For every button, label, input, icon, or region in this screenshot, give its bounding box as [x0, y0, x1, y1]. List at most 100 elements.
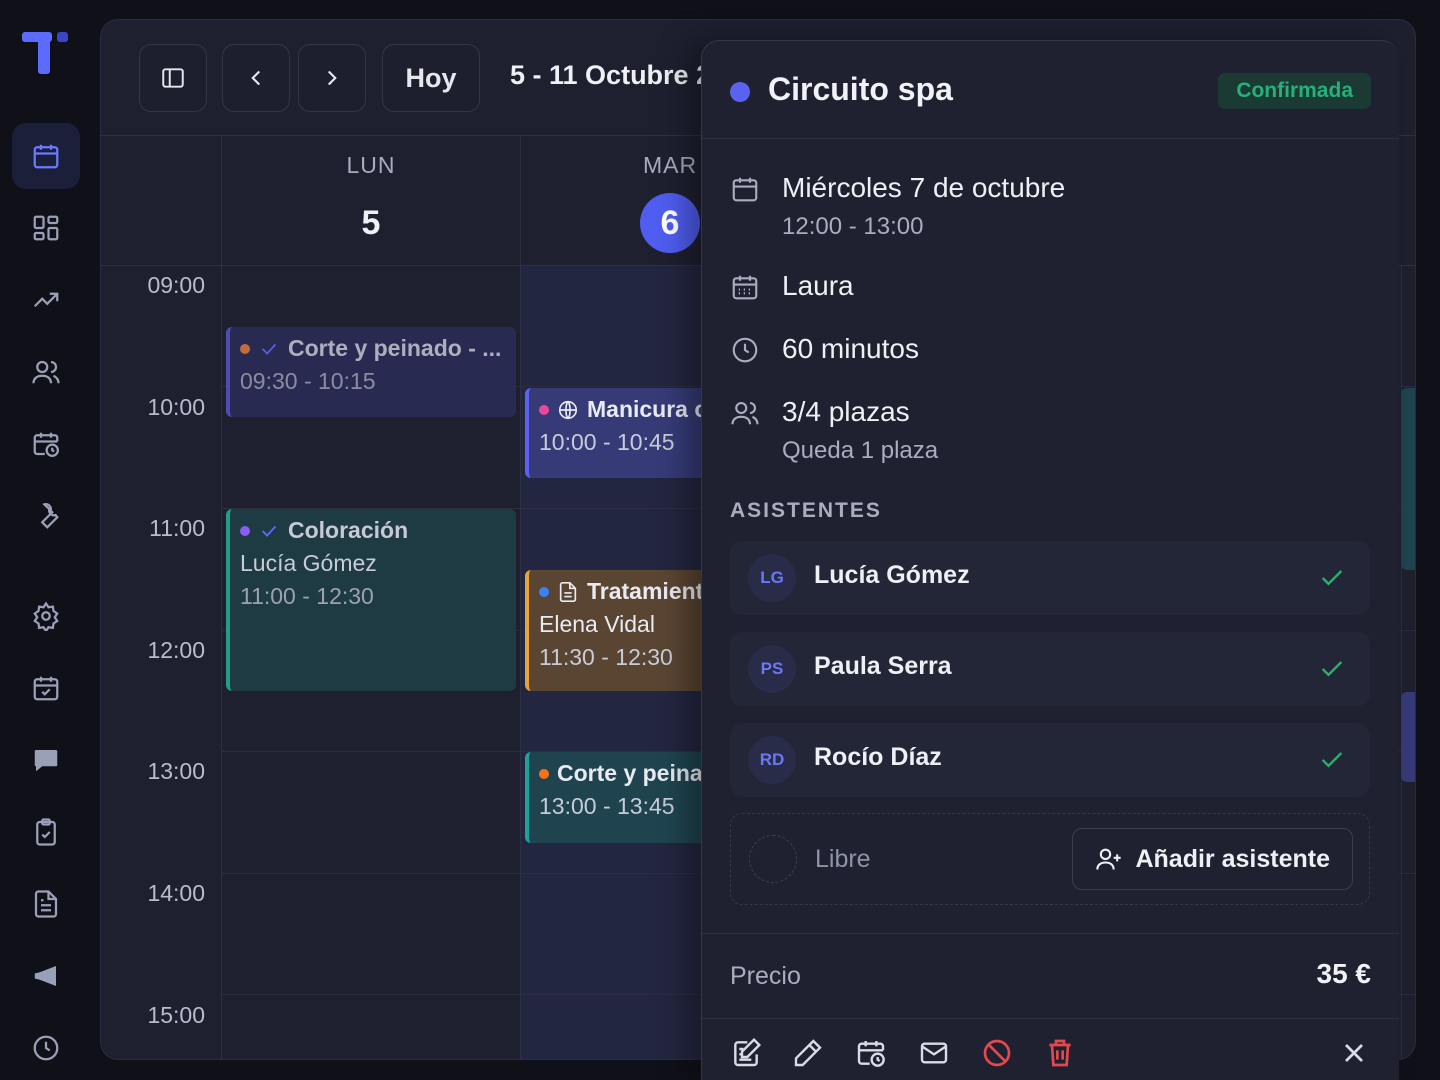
attendee-name: Lucía Gómez	[814, 561, 970, 589]
megaphone-icon	[34, 966, 56, 986]
attendee-row[interactable]: PS Paula Serra	[730, 632, 1370, 706]
delete-button[interactable]	[1044, 1037, 1080, 1073]
settings-icon	[33, 601, 59, 631]
day-header-mon[interactable]: LUN 5	[221, 136, 520, 266]
document-icon	[559, 581, 577, 602]
nav-documents[interactable]	[12, 871, 80, 937]
event-card[interactable]: Corte y peinado - ... 09:30 - 10:15	[226, 327, 516, 417]
event-title: Coloración	[288, 517, 409, 543]
nav-settings[interactable]	[12, 583, 80, 649]
status-badge: Confirmada	[1218, 73, 1371, 109]
prev-week-button[interactable]	[222, 44, 290, 112]
event-card-clipped[interactable]	[1401, 692, 1415, 782]
sidebar-toggle-icon	[162, 68, 184, 88]
email-button[interactable]	[918, 1037, 954, 1073]
free-slot: Libre Añadir asistente	[730, 813, 1370, 905]
brand-logo[interactable]	[22, 32, 70, 76]
hour-label: 12:00	[147, 637, 205, 663]
event-time: 09:30 - 10:15	[240, 368, 376, 394]
event-title: Corte y peinado - ...	[288, 335, 502, 361]
cancel-appointment-button[interactable]	[981, 1037, 1017, 1073]
document-icon	[34, 890, 58, 918]
nav-calendar[interactable]	[12, 123, 80, 189]
hour-label: 13:00	[147, 758, 205, 784]
free-slot-label: Libre	[815, 845, 871, 873]
hour-label: 15:00	[147, 1002, 205, 1028]
reschedule-button[interactable]	[855, 1037, 891, 1073]
calendar-icon	[33, 144, 59, 169]
day-number: 5	[361, 204, 381, 242]
capacity-note: Queda 1 plaza	[782, 437, 939, 464]
cancel-icon	[983, 1039, 1011, 1067]
nav-clients[interactable]	[12, 339, 80, 405]
event-card-clipped[interactable]	[1401, 388, 1415, 570]
pencil-icon	[794, 1039, 822, 1067]
calendar-clock-icon	[857, 1041, 885, 1067]
hour-label: 10:00	[147, 394, 205, 420]
close-panel-button[interactable]	[1338, 1037, 1374, 1073]
nav-dashboard[interactable]	[12, 195, 80, 261]
nav-marketing[interactable]	[12, 943, 80, 1009]
hour-label: 14:00	[147, 880, 205, 906]
nav-bookings[interactable]	[12, 655, 80, 721]
calendar-clock-icon	[33, 432, 59, 457]
check-icon	[1321, 570, 1343, 586]
close-icon	[1345, 1044, 1363, 1062]
clock-icon	[732, 337, 758, 363]
attendee-row[interactable]: RD Rocío Díaz	[730, 723, 1370, 797]
nav-tasks[interactable]	[12, 799, 80, 865]
event-dot	[539, 768, 549, 779]
add-attendee-button[interactable]: Añadir asistente	[1072, 828, 1353, 890]
edit-button[interactable]	[792, 1037, 828, 1073]
hour-label: 11:00	[149, 515, 205, 541]
event-dot	[539, 404, 549, 415]
today-button[interactable]: Hoy	[382, 44, 480, 112]
edit-note-icon	[734, 1037, 762, 1067]
price-value: 35 €	[1316, 958, 1372, 989]
chevron-left-icon	[251, 70, 261, 86]
nav-stats[interactable]	[12, 267, 80, 333]
user-plus-icon	[1096, 848, 1122, 870]
attendee-name: Rocío Díaz	[814, 743, 942, 771]
add-attendee-label: Añadir asistente	[1135, 844, 1330, 873]
nav-history[interactable]	[12, 1015, 80, 1080]
panel-actions	[702, 1019, 1399, 1080]
appointment-time: 12:00 - 13:00	[782, 213, 924, 240]
price-label: Precio	[730, 962, 801, 990]
edit-note-button[interactable]	[730, 1037, 766, 1073]
event-dot	[539, 586, 549, 597]
check-icon	[1321, 752, 1343, 768]
event-time: 11:00 - 12:30	[240, 583, 374, 609]
day-number-today: 6	[640, 193, 700, 253]
nav-messages[interactable]	[12, 727, 80, 793]
chevron-right-icon	[327, 70, 337, 86]
clipboard-check-icon	[36, 818, 56, 846]
toggle-sidebar-button[interactable]	[139, 44, 207, 112]
price-row: Precio 35 €	[702, 933, 1399, 1019]
sidebar-rail	[0, 0, 90, 1080]
check-icon	[1321, 661, 1343, 677]
clock-icon	[33, 1035, 59, 1061]
attendee-name: Paula Serra	[814, 652, 952, 680]
appointment-detail-panel: Circuito spa Confirmada Miércoles 7 de o…	[701, 40, 1399, 1080]
event-client: Lucía Gómez	[240, 550, 377, 576]
message-icon	[34, 750, 58, 772]
nav-services[interactable]	[12, 483, 80, 549]
service-title: Circuito spa	[768, 71, 953, 107]
staff-name: Laura	[782, 270, 854, 301]
service-color-dot	[730, 82, 750, 102]
attendees-heading: ASISTENTES	[730, 499, 882, 522]
day-name: LUN	[346, 152, 396, 178]
wrench-icon	[40, 503, 59, 529]
dashboard-icon	[33, 215, 59, 241]
attendee-row[interactable]: LG Lucía Gómez	[730, 541, 1370, 615]
capacity: 3/4 plazas	[782, 396, 910, 427]
event-dot	[240, 343, 250, 354]
event-card[interactable]: Coloración Lucía Gómez 11:00 - 12:30	[226, 509, 516, 691]
trending-up-icon	[33, 292, 59, 308]
nav-schedules[interactable]	[12, 411, 80, 477]
calendar-check-icon	[33, 676, 59, 701]
event-dot	[240, 525, 250, 536]
next-week-button[interactable]	[298, 44, 366, 112]
users-icon	[731, 401, 759, 425]
